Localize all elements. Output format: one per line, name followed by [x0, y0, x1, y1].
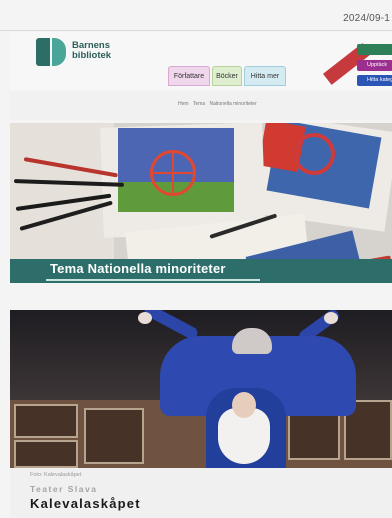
header-button-hitta[interactable]: Hitta kategori	[357, 75, 392, 86]
logo-line-2: bibliotek	[72, 50, 112, 61]
breadcrumb-item-current: Nationella minoriteter	[209, 101, 257, 107]
breadcrumb: Hem Tema Nationella minoriteter	[178, 101, 260, 107]
event-organizer: Teater Slava	[30, 484, 98, 494]
header-button-upptack[interactable]: Upptäck	[357, 60, 392, 71]
logo-icon[interactable]	[36, 38, 68, 68]
date-stamp: 2024/09-1	[343, 13, 390, 24]
hero-banner-minorities[interactable]: Tema Nationella minoriteter	[10, 123, 392, 283]
wheel-icon	[150, 150, 196, 196]
header-button-1[interactable]	[357, 44, 392, 55]
hero-title[interactable]: Tema Nationella minoriteter	[50, 261, 226, 276]
event-title[interactable]: Kalevalaskåpet	[30, 496, 141, 511]
tab-hitta-mer[interactable]: Hitta mer	[244, 66, 286, 86]
breadcrumb-item-tema[interactable]: Tema	[193, 101, 205, 107]
tab-bocker[interactable]: Böcker	[212, 66, 242, 86]
hero-banner-theatre[interactable]	[10, 310, 392, 468]
divider	[0, 30, 392, 31]
photo-credit: Foto: Kalevalaskåpet	[30, 472, 82, 478]
site-logo-text[interactable]: Barnens bibliotek	[72, 41, 111, 61]
tab-forfattare[interactable]: Författare	[168, 66, 210, 86]
breadcrumb-item-home[interactable]: Hem	[178, 101, 189, 107]
